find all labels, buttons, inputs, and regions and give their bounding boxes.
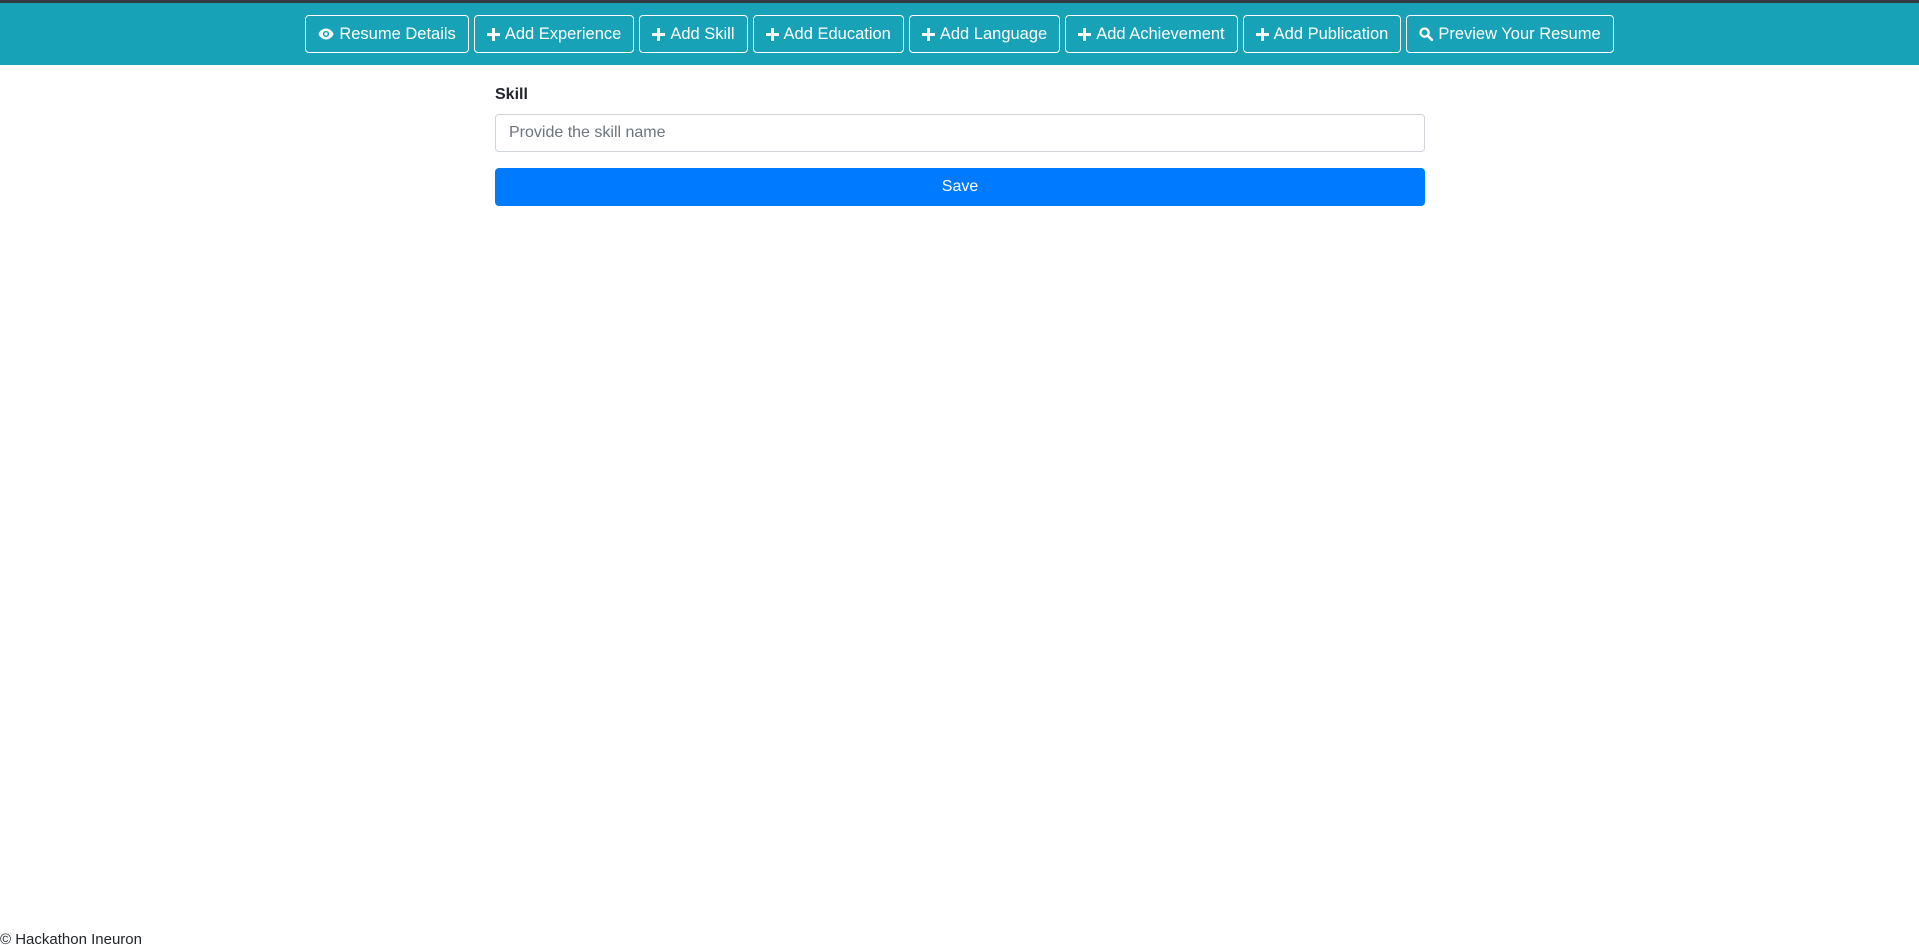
add-education-label: Add Education bbox=[783, 24, 891, 43]
skill-form: Skill Save bbox=[495, 84, 1425, 206]
add-skill-button[interactable]: Add Skill bbox=[639, 15, 748, 53]
plus-icon bbox=[765, 27, 779, 41]
save-button[interactable]: Save bbox=[495, 168, 1425, 206]
search-icon bbox=[1419, 27, 1434, 41]
add-language-label: Add Language bbox=[939, 24, 1048, 43]
resume-details-button[interactable]: Resume Details bbox=[305, 15, 469, 53]
plus-icon bbox=[1255, 27, 1269, 41]
page: Resume Details Add Experience Add Skill … bbox=[0, 0, 1919, 945]
resume-details-label: Resume Details bbox=[339, 24, 456, 43]
add-achievement-label: Add Achievement bbox=[1096, 24, 1225, 43]
add-achievement-button[interactable]: Add Achievement bbox=[1065, 15, 1238, 53]
footer-copyright: © Hackathon Ineuron bbox=[0, 931, 142, 945]
navbar: Resume Details Add Experience Add Skill … bbox=[0, 3, 1919, 65]
plus-icon bbox=[1078, 27, 1092, 41]
add-experience-button[interactable]: Add Experience bbox=[473, 15, 635, 53]
skill-name-input[interactable] bbox=[495, 114, 1425, 152]
preview-resume-button[interactable]: Preview Your Resume bbox=[1406, 15, 1614, 53]
add-publication-button[interactable]: Add Publication bbox=[1242, 15, 1402, 53]
add-education-button[interactable]: Add Education bbox=[752, 15, 904, 53]
preview-resume-label: Preview Your Resume bbox=[1438, 24, 1601, 43]
add-language-button[interactable]: Add Language bbox=[908, 15, 1061, 53]
plus-icon bbox=[652, 27, 666, 41]
eye-icon bbox=[318, 28, 334, 40]
plus-icon bbox=[921, 27, 935, 41]
plus-icon bbox=[486, 27, 500, 41]
add-publication-label: Add Publication bbox=[1273, 24, 1389, 43]
skill-label: Skill bbox=[495, 86, 528, 103]
add-skill-label: Add Skill bbox=[670, 24, 735, 43]
add-experience-label: Add Experience bbox=[504, 24, 622, 43]
